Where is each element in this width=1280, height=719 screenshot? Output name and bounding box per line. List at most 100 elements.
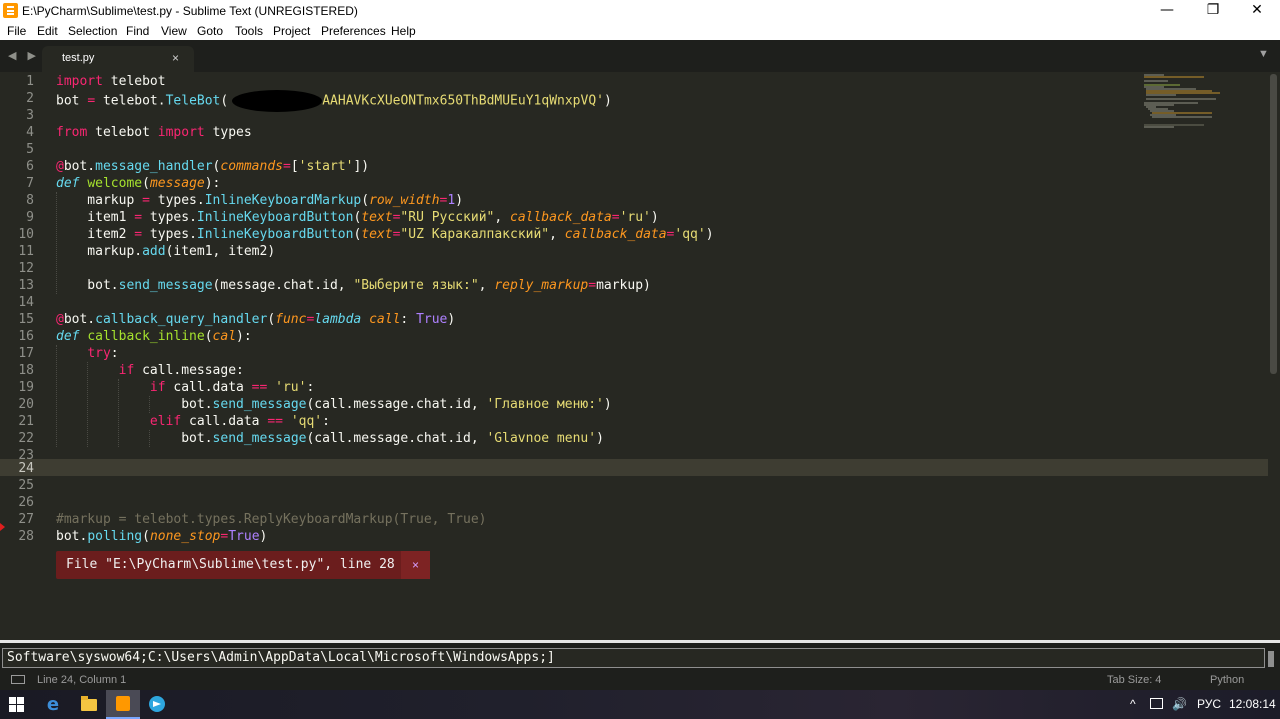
- code-line-17: try:: [87, 346, 119, 361]
- sublime-taskbar-icon: [116, 696, 130, 711]
- tab-nav-arrows-icon[interactable]: ◀ ▶: [8, 49, 40, 62]
- code-line-4: from telebot import types: [56, 125, 252, 140]
- telegram-icon[interactable]: [149, 696, 165, 712]
- panel-toggle-icon[interactable]: [11, 675, 25, 684]
- sublime-app-icon: [3, 3, 18, 18]
- editor-scrollbar-thumb[interactable]: [1270, 74, 1277, 374]
- tab-size-setting[interactable]: Tab Size: 4: [1107, 674, 1161, 686]
- code-editor[interactable]: 1 2 3 4 5 6 7 8 9 10 11 12 13 14 15 16 1…: [0, 72, 1280, 640]
- menu-help[interactable]: Help: [391, 24, 416, 38]
- close-window-button[interactable]: ✕: [1234, 0, 1280, 22]
- input-language[interactable]: РУС: [1197, 697, 1221, 711]
- redacted-token-blob: [232, 90, 323, 112]
- menu-selection[interactable]: Selection: [68, 24, 117, 38]
- console-scrollbar[interactable]: [1268, 651, 1274, 667]
- line-number: 25: [18, 478, 34, 493]
- tab-bar: ◀ ▶ test.py × ▼: [0, 40, 1280, 72]
- error-gutter-marker-icon: [0, 523, 5, 531]
- line-number: 6: [26, 159, 34, 174]
- line-number: 8: [26, 193, 34, 208]
- windows-taskbar: e ^ 🔊 РУС 12:08:14: [0, 690, 1280, 719]
- network-icon[interactable]: [1150, 698, 1163, 709]
- sublime-taskbar-button[interactable]: [106, 690, 140, 719]
- menu-edit[interactable]: Edit: [37, 24, 58, 38]
- line-number: 12: [18, 261, 34, 276]
- line-number: 10: [18, 227, 34, 242]
- token-string: AAHAVKcXUeONTmx650ThBdMUEuY1qWnxpVQ': [322, 93, 604, 109]
- func-name-callback-inline: callback_inline: [87, 329, 205, 344]
- minimap[interactable]: [1140, 72, 1268, 132]
- line-number: 1: [26, 74, 34, 89]
- windows-start-icon[interactable]: [9, 697, 24, 712]
- code-line-19: if call.data == 'ru':: [149, 380, 315, 395]
- line-number: 15: [18, 312, 34, 327]
- line-number: 3: [26, 108, 34, 123]
- menu-goto[interactable]: Goto: [197, 24, 223, 38]
- menu-find[interactable]: Find: [126, 24, 149, 38]
- tab-dropdown-icon[interactable]: ▼: [1258, 48, 1269, 60]
- code-line-2: bot = telebot.TeleBot(AAHAVKcXUeONTmx650…: [56, 90, 612, 112]
- error-phantom-close-button[interactable]: ×: [401, 551, 430, 579]
- line-number: 2: [26, 91, 34, 106]
- console-panel: Software\syswow64;C:\Users\Admin\AppData…: [0, 640, 1280, 670]
- code-line-7: def welcome(message):: [56, 176, 221, 191]
- func-name-welcome: welcome: [87, 176, 143, 191]
- volume-icon[interactable]: 🔊: [1172, 697, 1187, 711]
- clock[interactable]: 12:08:14: [1229, 697, 1276, 711]
- menu-file[interactable]: File: [7, 24, 26, 38]
- menu-preferences[interactable]: Preferences: [321, 24, 386, 38]
- tab-test-py[interactable]: test.py ×: [42, 46, 194, 72]
- line-number: 17: [18, 346, 34, 361]
- line-number: 9: [26, 210, 34, 225]
- current-line-highlight: [0, 459, 1268, 476]
- console-output[interactable]: Software\syswow64;C:\Users\Admin\AppData…: [2, 648, 1265, 668]
- string-uz: "UZ Каракалпакский": [400, 227, 550, 242]
- error-phantom: File "E:\PyCharm\Sublime\test.py", line …: [56, 551, 430, 579]
- menu-project[interactable]: Project: [273, 24, 310, 38]
- code-line-9: item1 = types.InlineKeyboardButton(text=…: [56, 210, 659, 225]
- code-line-13: bot.send_message(message.chat.id, "Выбер…: [56, 278, 651, 293]
- title-bar: E:\PyCharm\Sublime\test.py - Sublime Tex…: [0, 0, 1280, 22]
- tab-close-icon[interactable]: ×: [172, 51, 179, 65]
- window-title: E:\PyCharm\Sublime\test.py - Sublime Tex…: [22, 4, 358, 18]
- code-line-8: markup = types.InlineKeyboardMarkup(row_…: [56, 193, 464, 208]
- line-number: 27: [18, 512, 34, 527]
- status-bar: Line 24, Column 1 Tab Size: 4 Python: [0, 670, 1280, 690]
- string-ru: "RU Русский": [400, 210, 495, 225]
- editor-scrollbar[interactable]: [1268, 72, 1280, 640]
- maximize-button[interactable]: ❐: [1190, 0, 1236, 22]
- tray-expand-icon[interactable]: ^: [1130, 697, 1136, 711]
- syntax-setting[interactable]: Python: [1210, 674, 1244, 686]
- menu-bar: File Edit Selection Find View Goto Tools…: [0, 22, 1280, 40]
- line-number: 24: [18, 461, 34, 476]
- file-explorer-icon[interactable]: [81, 696, 97, 711]
- line-number: 13: [18, 278, 34, 293]
- line-number: 20: [18, 397, 34, 412]
- menu-view[interactable]: View: [161, 24, 187, 38]
- code-line-28: bot.polling(none_stop=True): [56, 529, 268, 544]
- code-line-10: item2 = types.InlineKeyboardButton(text=…: [56, 227, 714, 242]
- code-line-27: #markup = telebot.types.ReplyKeyboardMar…: [56, 512, 487, 527]
- code-line-21: elif call.data == 'qq':: [149, 414, 330, 429]
- code-line-16: def callback_inline(cal):: [56, 329, 252, 344]
- cursor-position[interactable]: Line 24, Column 1: [37, 674, 126, 686]
- code-line-18: if call.message:: [118, 363, 244, 378]
- edge-browser-icon[interactable]: e: [42, 690, 64, 719]
- line-number: 22: [18, 431, 34, 446]
- line-number: 11: [18, 244, 34, 259]
- line-number: 19: [18, 380, 34, 395]
- line-number: 18: [18, 363, 34, 378]
- tab-label: test.py: [62, 52, 95, 64]
- minimize-button[interactable]: —: [1144, 0, 1190, 22]
- code-line-6: @bot.message_handler(commands=['start']): [56, 159, 370, 174]
- string-main-menu-ru: 'Главное меню:': [486, 397, 604, 412]
- string-main-menu-lat: 'Glavnoe menu': [486, 431, 597, 446]
- line-number: 28: [18, 529, 34, 544]
- line-number: 7: [26, 176, 34, 191]
- error-phantom-text: File "E:\PyCharm\Sublime\test.py", line …: [66, 557, 395, 572]
- code-line-11: markup.add(item1, item2): [56, 244, 276, 259]
- line-number: 21: [18, 414, 34, 429]
- line-number: 14: [18, 295, 34, 310]
- menu-tools[interactable]: Tools: [235, 24, 263, 38]
- line-number: 4: [26, 125, 34, 140]
